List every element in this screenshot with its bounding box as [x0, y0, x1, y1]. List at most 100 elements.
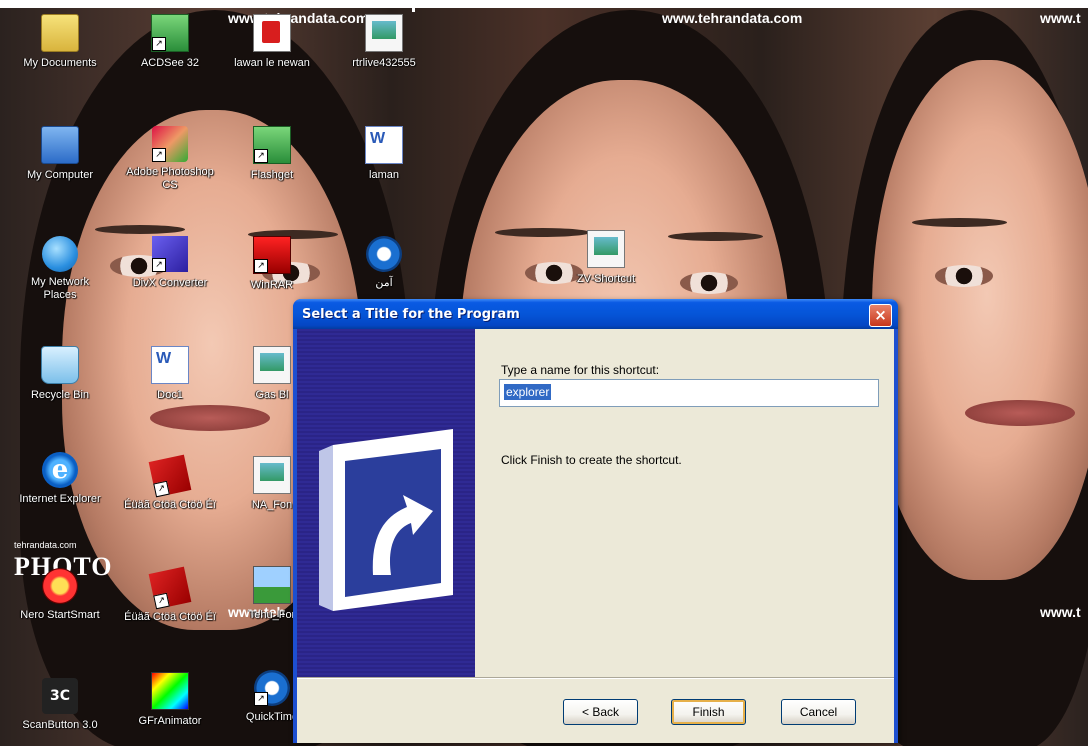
desktop-icon-doc1[interactable]: Doc1 — [124, 346, 216, 402]
desktop-icon-zv[interactable]: ZV-Shortcut — [560, 230, 652, 286]
document-icon — [587, 230, 625, 268]
desktop-icon-flash-1[interactable]: ↗ Éüäã Ctöä Ctöö Éï — [124, 454, 216, 512]
desktop-icon-label: ScanButton 3.0 — [22, 719, 98, 731]
wizard-banner — [297, 329, 475, 677]
dialog-title: Select a Title for the Program — [302, 307, 520, 322]
desktop-icon-label: آمن — [375, 277, 393, 289]
desktop-icon-label: Éüäã Ctöä Ctöö Éï — [124, 611, 216, 623]
close-icon: × — [874, 306, 887, 324]
desktop-icon-label: NA_Fon — [251, 499, 293, 511]
desktop-icon-label: My Documents — [23, 57, 97, 69]
purple-app-icon: ↗ — [152, 236, 188, 272]
photoshop-icon: ↗ — [152, 126, 188, 162]
my-documents-icon — [41, 14, 79, 52]
shortcut-arrow-icon — [319, 429, 453, 611]
desktop-icon-label: Éüäã Ctöä Ctöö Éï — [124, 499, 216, 511]
desktop-icon-label: ACDSee 32 — [140, 57, 200, 69]
desktop-icon-label: lawan le newan — [234, 57, 310, 69]
desktop-icon-internet-explorer[interactable]: e Internet Explorer — [14, 452, 106, 506]
desktop-icon-amn[interactable]: آمن — [338, 236, 430, 290]
flash-icon: ↗ — [148, 566, 192, 610]
shortcut-name-value: explorer — [504, 384, 552, 400]
close-button[interactable]: × — [869, 304, 892, 327]
network-places-icon — [42, 236, 78, 272]
desktop-icon-label: Nero StartSmart — [20, 609, 100, 621]
word-document-icon — [151, 346, 189, 384]
shortcut-name-label: Type a name for this shortcut: — [501, 363, 660, 377]
internet-explorer-icon: e — [42, 452, 78, 488]
watermark: www.t — [1040, 604, 1081, 620]
dialog-body: Type a name for this shortcut: explorer … — [297, 329, 894, 743]
create-shortcut-dialog: Select a Title for the Program × Type a … — [293, 299, 898, 743]
desktop-icon-winrar[interactable]: ↗ WinRAR — [226, 236, 318, 292]
desktop-icon-scanbutton[interactable]: 3C ScanButton 3.0 — [14, 678, 106, 732]
watermark: www.tehrandata.com — [662, 10, 803, 26]
desktop-icon-my-computer[interactable]: My Computer — [14, 126, 106, 182]
flash-icon: ↗ — [148, 454, 192, 498]
photo-logo-caption: tehrandata.com — [14, 540, 77, 550]
shortcut-arrow-icon: ↗ — [152, 37, 166, 51]
desktop-icon-label: Gas Bl — [255, 389, 289, 401]
desktop-icon-label: DivX Converter — [132, 277, 208, 289]
desktop-icon-label: Internet Explorer — [19, 493, 101, 505]
my-computer-icon — [41, 126, 79, 164]
shortcut-arrow-icon: ↗ — [254, 149, 268, 163]
color-palette-icon — [151, 672, 189, 710]
desktop-icon-label: Tehu_For — [248, 609, 296, 621]
quicktime-icon: ↗ — [254, 670, 290, 706]
desktop-icon-laman[interactable]: laman — [338, 126, 430, 182]
desktop-icon-label: My Computer — [26, 169, 94, 181]
desktop-icon-network-places[interactable]: My Network Places — [14, 236, 106, 302]
media-file-icon — [253, 346, 291, 384]
dialog-button-bar: < Back Finish Cancel — [297, 679, 894, 743]
watermark: www.t — [1040, 10, 1081, 26]
desktop-icon-label: laman — [369, 169, 399, 181]
desktop-icon-recycle-bin[interactable]: Recycle Bin — [14, 346, 106, 402]
desktop-icon-label: Recycle Bin — [30, 389, 90, 401]
scanbutton-icon: 3C — [42, 678, 78, 714]
desktop-icon-label: QuickTime — [245, 711, 299, 723]
back-button[interactable]: < Back — [563, 699, 638, 725]
desktop-icon-label: rtrlive432555 — [352, 57, 416, 69]
cancel-button[interactable]: Cancel — [781, 699, 856, 725]
flashget-icon: ↗ — [253, 126, 291, 164]
desktop-icon-photoshop[interactable]: ↗ Adobe Photoshop CS — [124, 126, 216, 192]
desktop-icon-label: Adobe Photoshop CS — [126, 166, 214, 191]
shortcut-name-input[interactable]: explorer — [499, 379, 879, 407]
shortcut-arrow-icon: ↗ — [152, 258, 166, 272]
shortcut-arrow-icon: ↗ — [153, 592, 170, 610]
desktop-icon-rtrlive[interactable]: rtrlive432555 — [338, 14, 430, 70]
desktop-icon-nero[interactable]: Nero StartSmart — [14, 568, 106, 622]
desktop-icon-flash-2[interactable]: ↗ Éüäã Ctöä Ctöö Éï — [124, 566, 216, 624]
desktop-icon-divx[interactable]: ↗ DivX Converter — [124, 236, 216, 290]
acdsee-icon: ↗ — [151, 14, 189, 52]
blue-circle-icon — [366, 236, 402, 272]
desktop-icon-lawan-pdf[interactable]: lawan le newan — [226, 14, 318, 70]
shortcut-arrow-icon: ↗ — [254, 259, 268, 273]
desktop-icon-label: GFrAnimator — [138, 715, 202, 727]
red-archive-icon: ↗ — [253, 236, 291, 274]
dialog-titlebar[interactable]: Select a Title for the Program × — [293, 299, 898, 329]
desktop-icon-flashget[interactable]: ↗ Flashget — [226, 126, 318, 182]
nero-icon — [42, 568, 78, 604]
desktop-icon-gfranimator[interactable]: GFrAnimator — [124, 672, 216, 728]
desktop-icon-label: ZV-Shortcut — [576, 273, 636, 285]
finish-instruction: Click Finish to create the shortcut. — [501, 453, 682, 467]
pdf-icon — [253, 14, 291, 52]
shortcut-arrow-icon: ↗ — [152, 148, 166, 162]
finish-button[interactable]: Finish — [671, 699, 746, 725]
desktop-icon-label: WinRAR — [250, 279, 294, 291]
word-document-icon — [365, 126, 403, 164]
image-file-icon — [253, 566, 291, 604]
recycle-bin-icon — [41, 346, 79, 384]
shortcut-arrow-icon: ↗ — [153, 480, 170, 498]
desktop-icon-label: My Network Places — [30, 276, 90, 301]
media-file-icon — [253, 456, 291, 494]
desktop-icon-my-documents[interactable]: My Documents — [14, 14, 106, 70]
desktop-icon-acdsee[interactable]: ↗ ACDSee 32 — [124, 14, 216, 70]
wizard-content: Type a name for this shortcut: explorer … — [475, 329, 894, 677]
shortcut-arrow-icon: ↗ — [254, 692, 268, 706]
desktop-icon-label: Doc1 — [157, 389, 183, 401]
desktop-icon-label: Flashget — [250, 169, 294, 181]
media-file-icon — [365, 14, 403, 52]
